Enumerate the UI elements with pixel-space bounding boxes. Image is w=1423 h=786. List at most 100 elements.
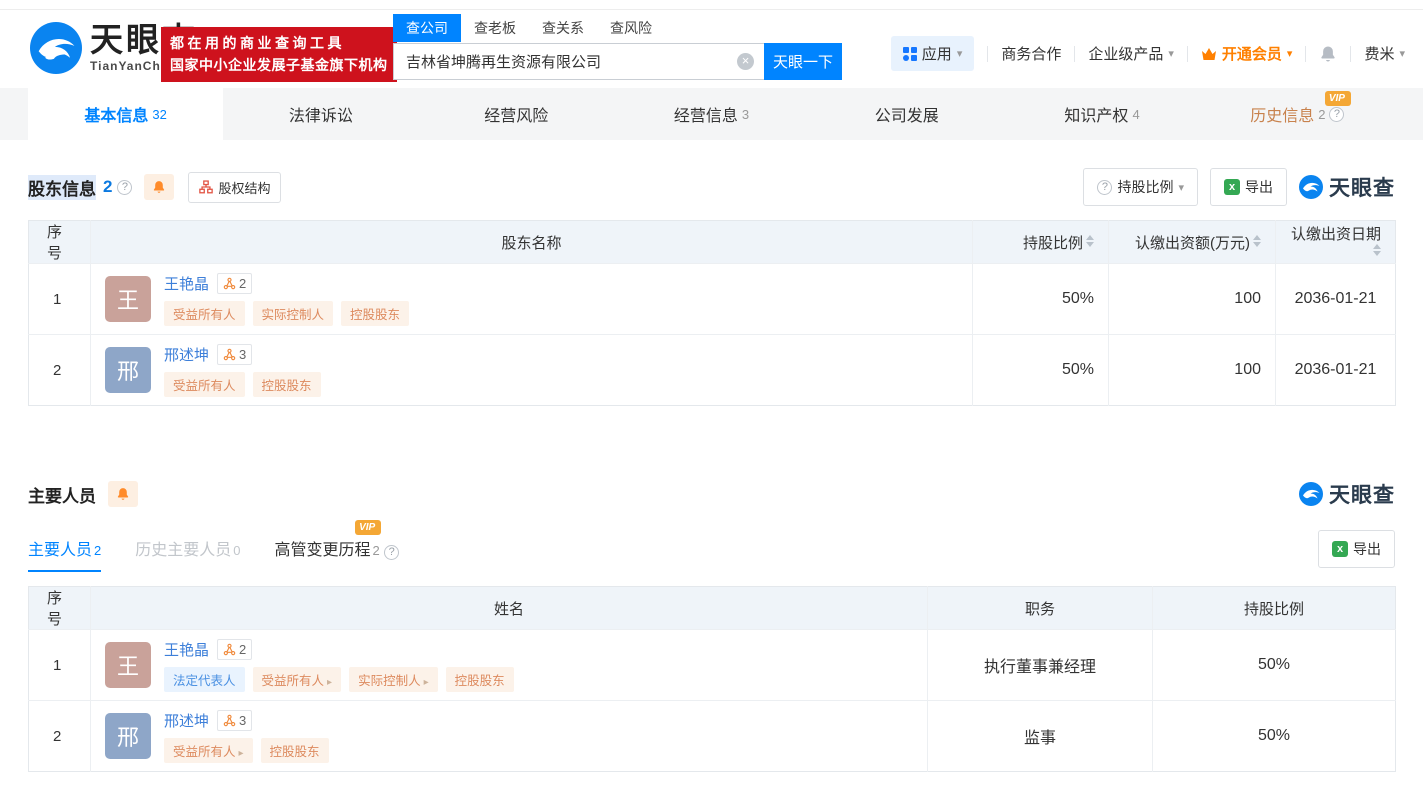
crown-icon (1201, 47, 1217, 61)
tab-history-info[interactable]: VIP 历史信息2 ? (1200, 88, 1395, 140)
logo-swirl-icon (1299, 175, 1323, 199)
col-ratio: 持股比例 (1153, 587, 1396, 630)
excel-icon: x (1332, 541, 1348, 557)
avatar[interactable]: 邢 (105, 347, 151, 393)
relation-count-button[interactable]: 3 (217, 344, 252, 365)
business-cooperation-link[interactable]: 商务合作 (1001, 43, 1061, 64)
search-input[interactable] (393, 43, 764, 80)
avatar[interactable]: 王 (105, 642, 151, 688)
relation-graph-icon (223, 643, 236, 656)
person-name-link[interactable]: 王艳晶 (164, 639, 209, 660)
search-tab-company[interactable]: 查公司 (393, 14, 461, 42)
apps-label: 应用 (922, 43, 952, 64)
subtab-history-personnel[interactable]: 历史主要人员0 (135, 536, 240, 572)
vip-badge: VIP (355, 520, 381, 535)
relation-count-button[interactable]: 3 (217, 710, 252, 731)
bell-icon (152, 180, 166, 194)
help-icon[interactable]: ? (384, 545, 399, 560)
tianyancha-watermark: 天眼查 (1299, 479, 1395, 509)
amount-value: 100 (1109, 335, 1276, 406)
tag-controlling-shareholder[interactable]: 控股股东 (253, 372, 321, 397)
amount-value: 100 (1109, 264, 1276, 335)
sort-icon (1253, 235, 1261, 247)
subtab-executive-changes[interactable]: VIP 高管变更历程2 ? (275, 536, 400, 572)
clear-search-icon[interactable]: × (737, 53, 754, 70)
tab-basic-info[interactable]: 基本信息32 (28, 88, 223, 140)
tianyancha-watermark: 天眼查 (1299, 172, 1395, 202)
col-shareholder-name: 股东名称 (91, 221, 973, 264)
company-detail-tabs: 基本信息32 法律诉讼 经营风险 经营信息3 公司发展 知识产权4 VIP 历史… (0, 88, 1423, 140)
col-ratio[interactable]: 持股比例 (973, 221, 1109, 264)
tab-company-development[interactable]: 公司发展 (809, 88, 1004, 140)
tab-operation-info[interactable]: 经营信息3 (614, 88, 809, 140)
export-button[interactable]: x 导出 (1210, 168, 1287, 206)
notifications-bell[interactable] (1319, 45, 1337, 63)
sort-icon (1086, 235, 1094, 247)
help-icon[interactable]: ? (117, 180, 132, 195)
relation-count-button[interactable]: 2 (217, 273, 252, 294)
date-value: 2036-01-21 (1276, 335, 1396, 406)
shareholders-section-header: 股东信息 2 ? 股权结构 ? 持股比例 ▾ (28, 170, 1395, 204)
equity-structure-button[interactable]: 股权结构 (188, 172, 281, 203)
slogan-banner: 都在用的商业查询工具 国家中小企业发展子基金旗下机构 (161, 27, 397, 82)
relation-count-button[interactable]: 2 (217, 639, 252, 660)
ratio-filter-button[interactable]: ? 持股比例 ▾ (1083, 168, 1198, 206)
person-name-link[interactable]: 邢述坤 (164, 710, 209, 731)
avatar[interactable]: 王 (105, 276, 151, 322)
tag-controlling-shareholder[interactable]: 控股股东 (261, 738, 329, 763)
tag-controlling-shareholder[interactable]: 控股股东 (341, 301, 409, 326)
chevron-down-icon: ▾ (1287, 47, 1293, 60)
ratio-value: 50% (973, 335, 1109, 406)
personnel-title: 主要人员 (28, 482, 96, 507)
shareholder-name-link[interactable]: 邢述坤 (164, 344, 209, 365)
search-tab-risk[interactable]: 查风险 (597, 14, 665, 42)
tag-actual-controller[interactable]: 实际控制人 (349, 667, 438, 692)
chevron-down-icon: ▾ (957, 47, 963, 60)
tag-controlling-shareholder[interactable]: 控股股东 (446, 667, 514, 692)
tag-legal-representative[interactable]: 法定代表人 (164, 667, 245, 692)
tag-beneficial-owner[interactable]: 受益所有人 (164, 372, 245, 397)
chevron-down-icon: ▾ (1168, 47, 1174, 60)
col-date[interactable]: 认缴出资日期 (1276, 221, 1396, 264)
apps-menu[interactable]: 应用 ▾ (891, 36, 975, 71)
date-value: 2036-01-21 (1276, 264, 1396, 335)
tab-intellectual-property[interactable]: 知识产权4 (1004, 88, 1199, 140)
enterprise-products-label: 企业级产品 (1088, 43, 1163, 64)
search-tab-boss[interactable]: 查老板 (461, 14, 529, 42)
shareholder-name-link[interactable]: 王艳晶 (164, 273, 209, 294)
enterprise-products-menu[interactable]: 企业级产品 ▾ (1088, 43, 1174, 64)
tab-legal-proceedings[interactable]: 法律诉讼 (223, 88, 418, 140)
tag-beneficial-owner[interactable]: 受益所有人 (164, 738, 253, 763)
tag-actual-controller[interactable]: 实际控制人 (253, 301, 334, 326)
tag-beneficial-owner[interactable]: 受益所有人 (253, 667, 342, 692)
search-button[interactable]: 天眼一下 (764, 43, 842, 80)
table-row: 2 邢 邢述坤 3 (29, 335, 1396, 406)
col-amount[interactable]: 认缴出资额(万元) (1109, 221, 1276, 264)
chevron-down-icon: ▾ (1178, 181, 1184, 194)
page-top-divider (0, 0, 1423, 10)
subscribe-bell-button[interactable] (144, 174, 174, 200)
shareholders-count: 2 (103, 177, 112, 197)
help-icon: ? (1097, 180, 1112, 195)
subscribe-bell-button[interactable] (108, 481, 138, 507)
ratio-value: 50% (973, 264, 1109, 335)
vip-badge: VIP (1325, 91, 1351, 106)
user-menu[interactable]: 费米 ▾ (1364, 43, 1405, 64)
shareholders-title: 股东信息 (28, 175, 96, 200)
export-button[interactable]: x 导出 (1318, 530, 1395, 568)
open-vip-menu[interactable]: 开通会员 ▾ (1201, 43, 1293, 64)
tag-beneficial-owner[interactable]: 受益所有人 (164, 301, 245, 326)
bell-icon (1319, 45, 1337, 63)
position-value: 执行董事兼经理 (928, 630, 1153, 701)
table-row: 1 王 王艳晶 2 (29, 630, 1396, 701)
tab-operation-risk[interactable]: 经营风险 (419, 88, 614, 140)
search-tab-relation[interactable]: 查关系 (529, 14, 597, 42)
slogan-line2: 国家中小企业发展子基金旗下机构 (170, 55, 388, 77)
personnel-subtabs: 主要人员2 历史主要人员0 VIP 高管变更历程2 ? x 导出 (28, 530, 1395, 572)
slogan-line1: 都在用的商业查询工具 (170, 33, 388, 55)
relation-graph-icon (223, 714, 236, 727)
avatar[interactable]: 邢 (105, 713, 151, 759)
col-position: 职务 (928, 587, 1153, 630)
subtab-key-personnel[interactable]: 主要人员2 (28, 536, 101, 572)
sort-icon (1373, 244, 1381, 256)
